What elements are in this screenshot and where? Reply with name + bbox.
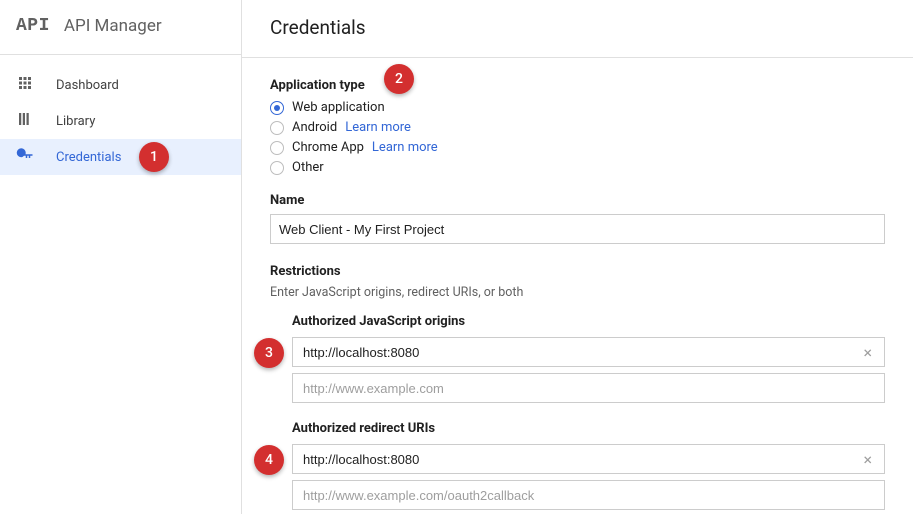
name-label: Name bbox=[270, 193, 885, 208]
main: Credentials Application type 2 Web appli… bbox=[242, 0, 913, 514]
annotation-badge-3: 3 bbox=[254, 338, 284, 368]
js-origin-add-row bbox=[292, 373, 885, 403]
sidebar-nav: Dashboard Library Credentials 1 bbox=[0, 55, 241, 175]
product-title: API Manager bbox=[64, 16, 162, 36]
radio-label: Web application bbox=[292, 99, 385, 117]
radio-icon bbox=[270, 101, 284, 115]
learn-more-link[interactable]: Learn more bbox=[345, 119, 411, 137]
redirect-uri-add-row bbox=[292, 480, 885, 510]
annotation-badge-1: 1 bbox=[139, 142, 169, 172]
main-header: Credentials bbox=[242, 0, 913, 58]
radio-android[interactable]: Android Learn more bbox=[270, 119, 885, 137]
radio-label: Android bbox=[292, 119, 337, 137]
app-type-label: Application type bbox=[270, 78, 885, 93]
js-origins-label: Authorized JavaScript origins bbox=[292, 314, 885, 329]
js-origins-section: Authorized JavaScript origins 3 × bbox=[292, 314, 885, 403]
name-input[interactable] bbox=[270, 214, 885, 244]
app-type-radio-group: Web application Android Learn more Chrom… bbox=[270, 99, 885, 177]
annotation-badge-4: 4 bbox=[254, 445, 284, 475]
redirect-uri-input[interactable] bbox=[301, 451, 859, 468]
sidebar-item-label: Library bbox=[56, 114, 95, 129]
redirect-uris-label: Authorized redirect URIs bbox=[292, 421, 885, 436]
sidebar-item-label: Credentials bbox=[56, 150, 121, 165]
key-icon bbox=[16, 146, 34, 168]
annotation-badge-2: 2 bbox=[384, 64, 414, 94]
sidebar-item-library[interactable]: Library bbox=[0, 103, 241, 139]
radio-icon bbox=[270, 121, 284, 135]
radio-chrome-app[interactable]: Chrome App Learn more bbox=[270, 139, 885, 157]
radio-web-application[interactable]: Web application bbox=[270, 99, 885, 117]
radio-label: Other bbox=[292, 159, 324, 177]
sidebar-item-dashboard[interactable]: Dashboard bbox=[0, 67, 241, 103]
learn-more-link[interactable]: Learn more bbox=[372, 139, 438, 157]
radio-icon bbox=[270, 161, 284, 175]
radio-other[interactable]: Other bbox=[270, 159, 885, 177]
js-origin-add-input[interactable] bbox=[301, 380, 876, 397]
restrictions-desc: Enter JavaScript origins, redirect URIs,… bbox=[270, 285, 885, 300]
remove-icon[interactable]: × bbox=[859, 450, 876, 469]
sidebar: API API Manager Dashboard Library Cred bbox=[0, 0, 242, 514]
sidebar-item-label: Dashboard bbox=[56, 78, 119, 93]
remove-icon[interactable]: × bbox=[859, 343, 876, 362]
sidebar-header: API API Manager bbox=[0, 0, 241, 55]
js-origin-input[interactable] bbox=[301, 344, 859, 361]
radio-label: Chrome App bbox=[292, 139, 364, 157]
redirect-uri-add-input[interactable] bbox=[301, 487, 876, 504]
redirect-uri-row: × bbox=[292, 444, 885, 474]
api-logo: API bbox=[16, 16, 50, 36]
dashboard-icon bbox=[16, 74, 34, 96]
radio-icon bbox=[270, 141, 284, 155]
js-origin-row: × bbox=[292, 337, 885, 367]
restrictions-label: Restrictions bbox=[270, 264, 885, 279]
sidebar-item-credentials[interactable]: Credentials 1 bbox=[0, 139, 241, 175]
page-title: Credentials bbox=[270, 16, 366, 39]
content: Application type 2 Web application Andro… bbox=[242, 58, 913, 514]
redirect-uris-section: Authorized redirect URIs 4 × bbox=[292, 421, 885, 510]
library-icon bbox=[16, 110, 34, 132]
